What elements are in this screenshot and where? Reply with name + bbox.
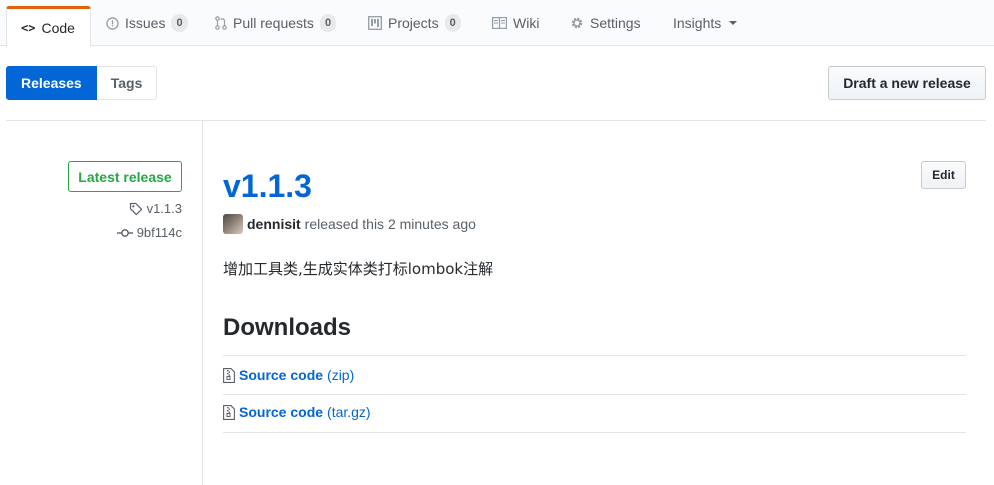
edit-release-button[interactable]: Edit xyxy=(921,161,966,189)
release-byline: dennisit released this 2 minutes ago xyxy=(223,214,476,234)
downloads-divider xyxy=(223,355,966,356)
file-zip-icon xyxy=(223,404,235,420)
tab-settings[interactable]: Settings xyxy=(570,0,641,46)
release-commit-label: 9bf114c xyxy=(136,225,182,240)
tab-issues[interactable]: Issues 0 xyxy=(106,0,188,46)
release-author[interactable]: dennisit xyxy=(247,216,301,232)
downloads-divider xyxy=(223,432,966,433)
tab-projects-label: Projects xyxy=(388,15,439,31)
release-commit[interactable]: 9bf114c xyxy=(116,225,182,240)
issue-opened-icon xyxy=(106,16,119,30)
tab-pull-requests[interactable]: Pull requests 0 xyxy=(215,0,337,46)
repo-nav: <> Code Issues 0 Pull requests 0 Project… xyxy=(0,0,994,47)
download-zip-name: Source code xyxy=(239,367,324,383)
section-divider xyxy=(6,120,986,121)
tab-insights[interactable]: Insights xyxy=(673,0,738,46)
book-icon xyxy=(492,17,507,29)
tag-icon xyxy=(129,202,143,216)
download-zip[interactable]: Source code (zip) xyxy=(223,367,354,383)
download-zip-format: (zip) xyxy=(327,367,355,383)
gear-icon xyxy=(570,16,584,30)
tab-insights-label: Insights xyxy=(673,15,722,31)
subnav-releases[interactable]: Releases xyxy=(6,66,97,100)
release-subnav: Releases Tags xyxy=(6,66,158,100)
release-time: released this 2 minutes ago xyxy=(304,216,476,232)
tab-wiki-label: Wiki xyxy=(513,15,540,31)
chevron-down-icon xyxy=(729,21,738,25)
avatar[interactable] xyxy=(223,214,243,234)
git-commit-icon xyxy=(116,227,133,239)
meta-column-divider xyxy=(202,120,203,485)
download-tar-gz-name: Source code xyxy=(239,404,324,420)
tab-projects[interactable]: Projects 0 xyxy=(368,0,461,46)
subnav-tags[interactable]: Tags xyxy=(96,66,158,100)
code-icon: <> xyxy=(21,21,36,35)
tab-code[interactable]: <> Code xyxy=(6,6,91,47)
tab-code-label: Code xyxy=(41,20,75,36)
tab-pull-requests-label: Pull requests xyxy=(233,15,314,31)
release-tag-label: v1.1.3 xyxy=(146,201,182,216)
projects-counter: 0 xyxy=(444,14,461,32)
tab-issues-label: Issues xyxy=(125,15,166,31)
release-tag[interactable]: v1.1.3 xyxy=(129,201,182,216)
latest-release-badge: Latest release xyxy=(68,161,182,192)
file-zip-icon xyxy=(223,367,235,383)
draft-release-button[interactable]: Draft a new release xyxy=(828,66,986,100)
downloads-divider xyxy=(223,394,966,395)
download-tar-gz[interactable]: Source code (tar.gz) xyxy=(223,404,371,420)
tab-settings-label: Settings xyxy=(590,15,641,31)
issues-counter: 0 xyxy=(171,14,188,32)
release-notes: 增加工具类,生成实体类打标lombok注解 xyxy=(223,260,494,278)
tab-wiki[interactable]: Wiki xyxy=(492,0,539,46)
download-tar-gz-format: (tar.gz) xyxy=(327,404,371,420)
project-icon xyxy=(368,16,382,30)
pull-requests-counter: 0 xyxy=(319,14,337,32)
downloads-heading: Downloads xyxy=(223,314,352,341)
release-title[interactable]: v1.1.3 xyxy=(223,166,312,206)
git-pull-request-icon xyxy=(215,16,227,30)
